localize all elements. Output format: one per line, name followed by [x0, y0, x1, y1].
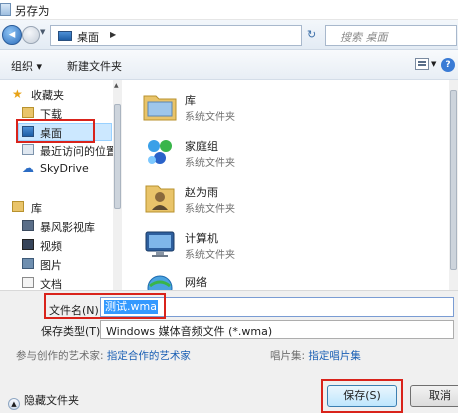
star-icon: ★: [12, 87, 23, 101]
toolbar: 组织 ▾ 新建文件夹 ▼ ?: [0, 50, 458, 80]
history-dropdown-icon[interactable]: ▼: [40, 28, 45, 36]
album-link[interactable]: 指定唱片集: [308, 350, 361, 362]
scroll-up-icon[interactable]: ▲: [114, 82, 119, 89]
window-title: 另存为: [15, 4, 50, 18]
nav-label: 图片: [40, 259, 62, 272]
chevron-up-icon: ▲: [8, 398, 20, 410]
pictures-icon: [22, 258, 34, 269]
search-input[interactable]: 搜索 桌面: [325, 25, 457, 46]
nav-item-libraries[interactable]: 库: [0, 199, 112, 217]
filetype-value: Windows 媒体音频文件 (*.wma): [106, 325, 273, 338]
nav-item-favorites[interactable]: ★ 收藏夹: [0, 86, 112, 104]
file-item-user[interactable]: 赵为雨 系统文件夹: [123, 176, 423, 222]
nav-label: 最近访问的位置: [40, 145, 117, 158]
library-icon: [12, 201, 24, 212]
file-name: 计算机: [185, 232, 218, 245]
nav-label: 文档: [40, 278, 62, 290]
forward-button[interactable]: [22, 26, 40, 44]
library-folder-icon: [143, 95, 177, 121]
nav-label: 库: [31, 202, 42, 215]
nav-item-recent[interactable]: 最近访问的位置: [0, 142, 117, 160]
file-type: 系统文件夹: [185, 158, 235, 169]
organize-button[interactable]: 组织 ▾: [11, 58, 42, 74]
file-name: 赵为雨: [185, 186, 218, 199]
video-icon: [22, 239, 34, 250]
file-name: 库: [185, 94, 196, 107]
title-bar: 另存为: [0, 0, 458, 20]
artist-row: 参与创作的艺术家: 指定合作的艺术家: [16, 348, 191, 363]
file-item-libraries[interactable]: 库 系统文件夹: [123, 84, 423, 130]
file-name: 网络: [185, 276, 207, 289]
desktop-icon: [58, 31, 72, 41]
nav-item-baofeng[interactable]: 暴风影视库: [0, 218, 112, 236]
app-icon: [0, 3, 11, 16]
hide-folders-button[interactable]: ▲ 隐藏文件夹: [8, 392, 79, 410]
recent-places-icon: [22, 144, 34, 155]
save-form: 文件名(N): 测试.wma 保存类型(T): Windows 媒体音频文件 (…: [0, 290, 458, 413]
breadcrumb-label: 桌面: [77, 31, 99, 44]
file-type: 系统文件夹: [185, 204, 235, 215]
highlight-box-save: [321, 379, 403, 413]
help-icon[interactable]: ?: [441, 58, 455, 72]
file-name: 家庭组: [185, 140, 218, 153]
artist-label: 参与创作的艺术家:: [16, 350, 104, 362]
file-item-computer[interactable]: 计算机 系统文件夹: [123, 222, 423, 268]
new-folder-button[interactable]: 新建文件夹: [67, 58, 122, 74]
skydrive-icon: ☁: [22, 161, 34, 175]
computer-icon: [145, 231, 175, 257]
refresh-icon[interactable]: ↻: [307, 28, 316, 41]
album-label: 唱片集:: [270, 350, 306, 362]
nav-scroll-thumb[interactable]: [114, 104, 121, 209]
chevron-right-icon[interactable]: ▶: [110, 30, 116, 39]
file-type: 系统文件夹: [185, 250, 235, 261]
nav-label: SkyDrive: [40, 162, 89, 175]
nav-item-skydrive[interactable]: ☁ SkyDrive: [0, 161, 112, 179]
nav-item-documents[interactable]: 文档: [0, 275, 112, 290]
back-button[interactable]: ◂: [2, 25, 22, 45]
file-type: 系统文件夹: [185, 112, 235, 123]
album-row: 唱片集: 指定唱片集: [270, 348, 361, 363]
breadcrumb[interactable]: 桌面 ▶ ▼: [50, 25, 345, 46]
cancel-button[interactable]: 取消: [410, 385, 458, 407]
homegroup-icon: [148, 140, 172, 164]
nav-label: 收藏夹: [31, 89, 64, 102]
hide-folders-label: 隐藏文件夹: [24, 394, 79, 407]
artist-link[interactable]: 指定合作的艺术家: [107, 350, 191, 362]
filetype-label: 保存类型(T):: [41, 325, 105, 338]
nav-label: 视频: [40, 240, 62, 253]
view-dropdown-icon[interactable]: ▼: [431, 60, 436, 68]
user-folder-icon: [145, 185, 175, 213]
highlight-box-desktop: [16, 119, 95, 143]
file-list: 库 系统文件夹 家庭组 系统文件夹 赵为雨 系统文件夹 计算机 系统文件夹 网络: [123, 80, 449, 290]
nav-item-videos[interactable]: 视频: [0, 237, 112, 255]
file-item-homegroup[interactable]: 家庭组 系统文件夹: [123, 130, 423, 176]
nav-label: 暴风影视库: [40, 221, 95, 234]
file-item-network[interactable]: 网络 系统文件夹: [123, 266, 423, 290]
nav-scrollbar[interactable]: ▲: [113, 80, 122, 290]
navigation-pane: ★ 收藏夹 下载 桌面 最近访问的位置 ☁ SkyDrive 库 暴风影视库 视…: [0, 80, 122, 290]
filetype-select[interactable]: Windows 媒体音频文件 (*.wma): [100, 320, 454, 339]
nav-item-pictures[interactable]: 图片: [0, 256, 112, 274]
highlight-box-filename: [44, 293, 166, 319]
search-placeholder: 搜索 桌面: [340, 31, 388, 44]
documents-icon: [22, 277, 34, 288]
network-icon: [147, 275, 173, 290]
video-library-icon: [22, 220, 34, 231]
download-folder-icon: [22, 107, 34, 118]
view-options-icon[interactable]: [415, 58, 429, 70]
file-list-scroll-thumb[interactable]: [450, 90, 457, 270]
address-row: ◂ ▼ 桌面 ▶ ▼ ↻ 搜索 桌面: [0, 20, 458, 50]
file-list-scrollbar[interactable]: [449, 80, 458, 290]
